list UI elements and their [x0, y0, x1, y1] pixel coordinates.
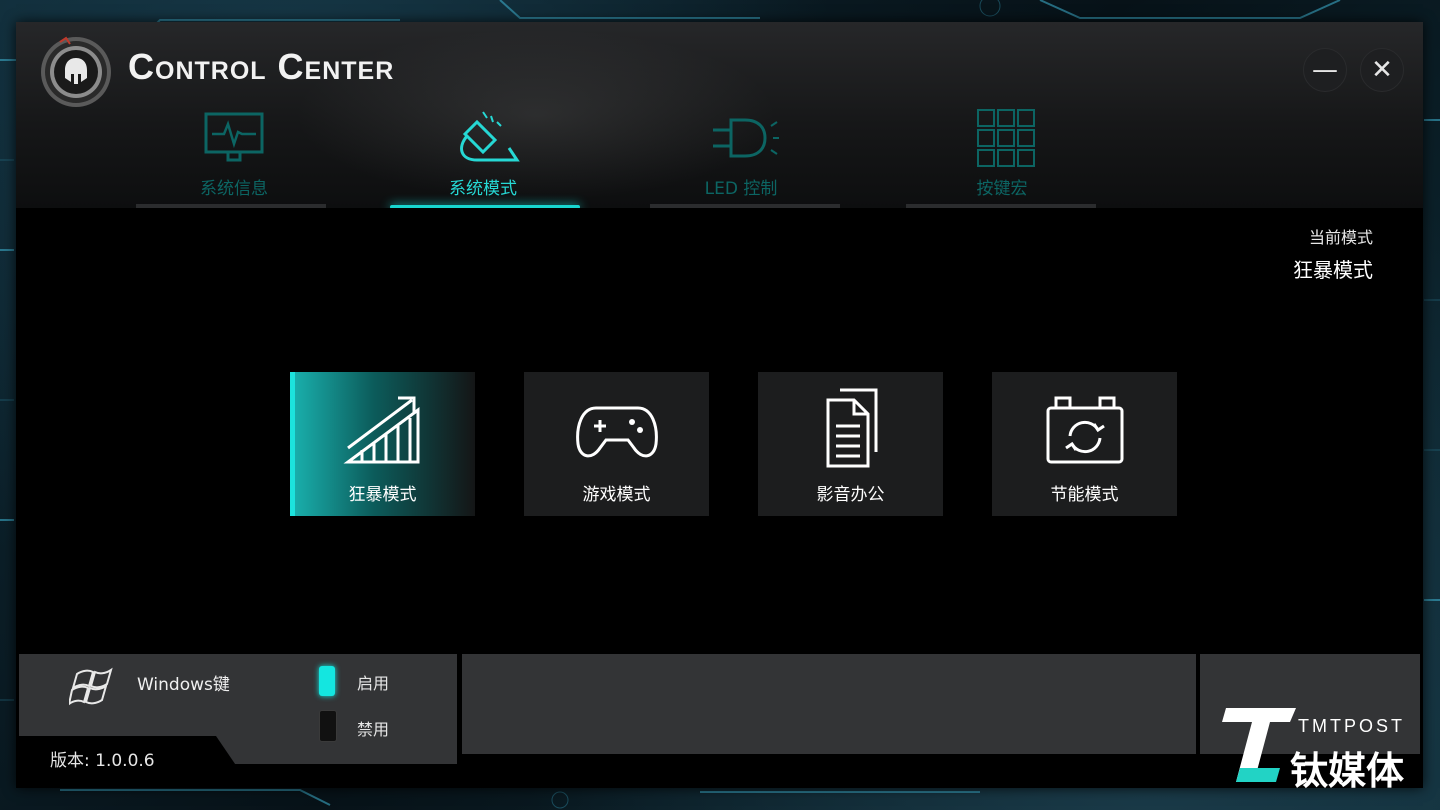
document-icon: [826, 388, 877, 468]
minimize-button[interactable]: —: [1303, 48, 1347, 92]
led-bulb-icon: [713, 118, 779, 158]
mode-label: 影音办公: [816, 485, 885, 505]
current-mode-value: 狂暴模式: [1293, 258, 1373, 282]
app-title: Control Center: [128, 46, 395, 87]
performance-chart-icon: [342, 396, 419, 464]
mode-label: 节能模式: [1050, 485, 1119, 505]
app-logo-icon: [41, 36, 111, 107]
close-button[interactable]: ✕: [1360, 48, 1404, 92]
tab-label: 系统信息: [200, 179, 268, 199]
battery-cycle-icon: [1046, 396, 1123, 464]
tab-label: LED 控制: [704, 179, 778, 199]
tab-system-info[interactable]: 系统信息: [144, 108, 324, 208]
tab-system-mode[interactable]: 系统模式: [393, 108, 573, 208]
keypad-icon: [977, 109, 1035, 167]
monitor-pulse-icon: [204, 112, 264, 162]
tab-label: 按键宏: [976, 179, 1028, 199]
mode-card-power-saving[interactable]: 节能模式: [992, 372, 1177, 516]
tab-label: 系统模式: [449, 179, 517, 199]
version-label: 版本: 1.0.0.6: [50, 751, 155, 771]
watermark-text-en: TMTPOST: [1298, 716, 1405, 736]
control-center-window: Control Center — ✕ 系统信息 系统模式 LED 控制 按键宏 …: [16, 22, 1423, 788]
mode-card-beast[interactable]: 狂暴模式: [290, 372, 475, 516]
tab-key-macro[interactable]: 按键宏: [912, 108, 1092, 208]
disable-toggle[interactable]: [319, 710, 337, 742]
enable-label: 启用: [357, 674, 390, 693]
gamepad-icon: [575, 406, 658, 458]
mode-switch-icon: [460, 111, 520, 162]
center-status-panel: [462, 654, 1196, 754]
disable-label: 禁用: [357, 720, 390, 739]
windows-logo-icon: [69, 667, 113, 706]
system-mode-panel: 当前模式 狂暴模式 狂暴模式 游戏模式 影音办公 节能模式: [16, 208, 1423, 654]
bottom-bar: Windows键 启用 禁用 版本: 1.0.0.6: [16, 654, 1423, 788]
tab-led-control[interactable]: LED 控制: [651, 108, 831, 208]
mode-label: 游戏模式: [582, 485, 651, 505]
mode-card-media-office[interactable]: 影音办公: [758, 372, 943, 516]
current-mode-label: 当前模式: [1308, 228, 1373, 247]
title-bar: Control Center — ✕ 系统信息 系统模式 LED 控制 按键宏: [16, 22, 1423, 209]
watermark-text-cn: 钛媒体: [1290, 749, 1405, 793]
mode-label: 狂暴模式: [348, 485, 417, 505]
mode-card-gaming[interactable]: 游戏模式: [524, 372, 709, 516]
enable-toggle[interactable]: [319, 666, 335, 696]
windows-key-label: Windows键: [137, 675, 230, 695]
